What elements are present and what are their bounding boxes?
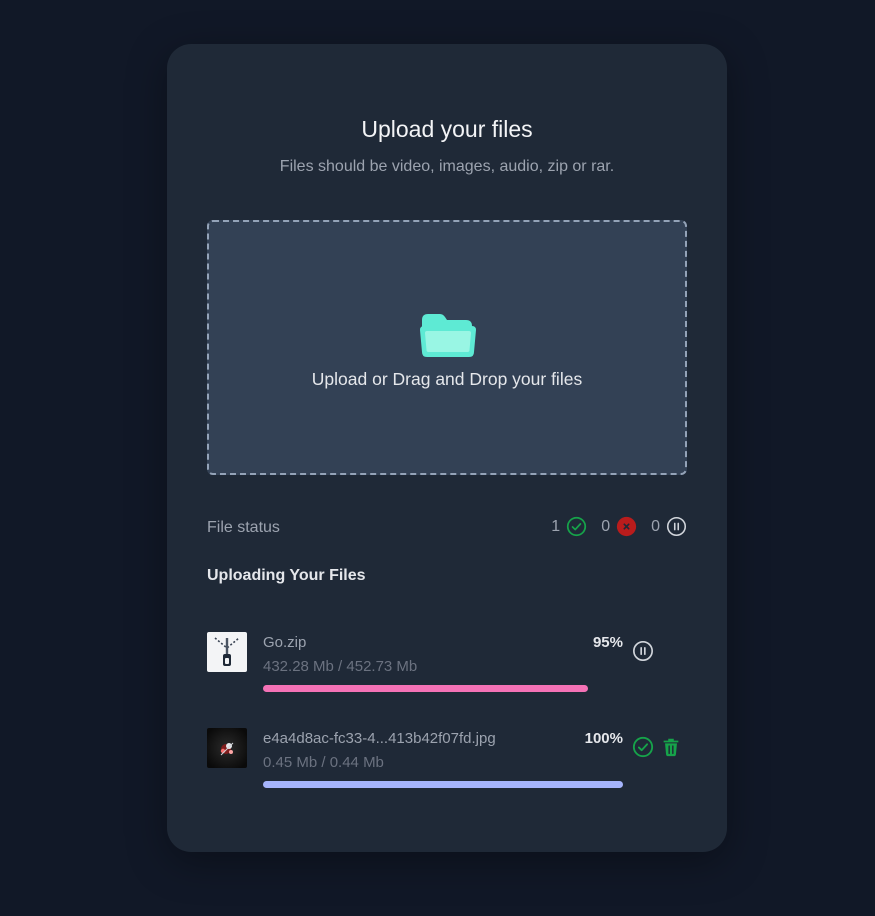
upload-file-row: e4a4d8ac-fc33-4...413b42f07fd.jpg 0.45 M… [207,728,687,788]
file-size: 432.28 Mb / 452.73 Mb [263,658,418,675]
file-progress-fill [263,781,623,788]
file-name: e4a4d8ac-fc33-4...413b42f07fd.jpg [263,730,496,747]
paused-count-value: 0 [651,517,660,535]
image-file-icon [207,728,247,768]
upload-card: Upload your files Files should be video,… [167,44,727,852]
trash-icon [663,738,679,757]
file-status-label: File status [207,519,280,536]
file-progress-percent: 95% [592,634,623,651]
completed-count-value: 1 [551,517,561,535]
delete-file-button[interactable] [660,736,682,758]
failed-count: 0 [601,516,637,537]
pause-button[interactable] [632,640,654,662]
page-subtitle: Files should be video, images, audio, zi… [279,158,615,175]
upload-file-row: Go.zip 432.28 Mb / 452.73 Mb 95% [207,632,687,692]
paused-count: 0 [651,516,687,537]
failed-count-value: 0 [601,517,611,535]
completed-count: 1 [551,516,587,537]
check-circle-icon [632,736,654,758]
dropzone-label: Upload or Drag and Drop your files [311,369,583,389]
file-status-counts: 1 0 0 [551,516,687,537]
file-progress-percent: 100% [584,730,623,747]
upload-dropzone[interactable]: Upload or Drag and Drop your files [207,220,687,475]
file-size: 0.45 Mb / 0.44 Mb [263,754,384,771]
file-name: Go.zip [263,634,307,651]
error-circle-icon [616,516,637,537]
file-progress-bar [263,685,605,692]
file-thumbnail [207,728,247,768]
file-progress-fill [263,685,588,692]
file-progress-bar [263,781,623,788]
check-circle-icon [567,516,587,537]
folder-icon [420,314,476,357]
pause-circle-icon [666,516,687,537]
uploads-section-title: Uploading Your Files [207,567,366,584]
pause-icon [633,641,653,661]
page-title: Upload your files [361,116,533,142]
file-thumbnail [207,632,247,672]
completed-status-button[interactable] [632,736,654,758]
zip-file-icon [207,632,247,672]
